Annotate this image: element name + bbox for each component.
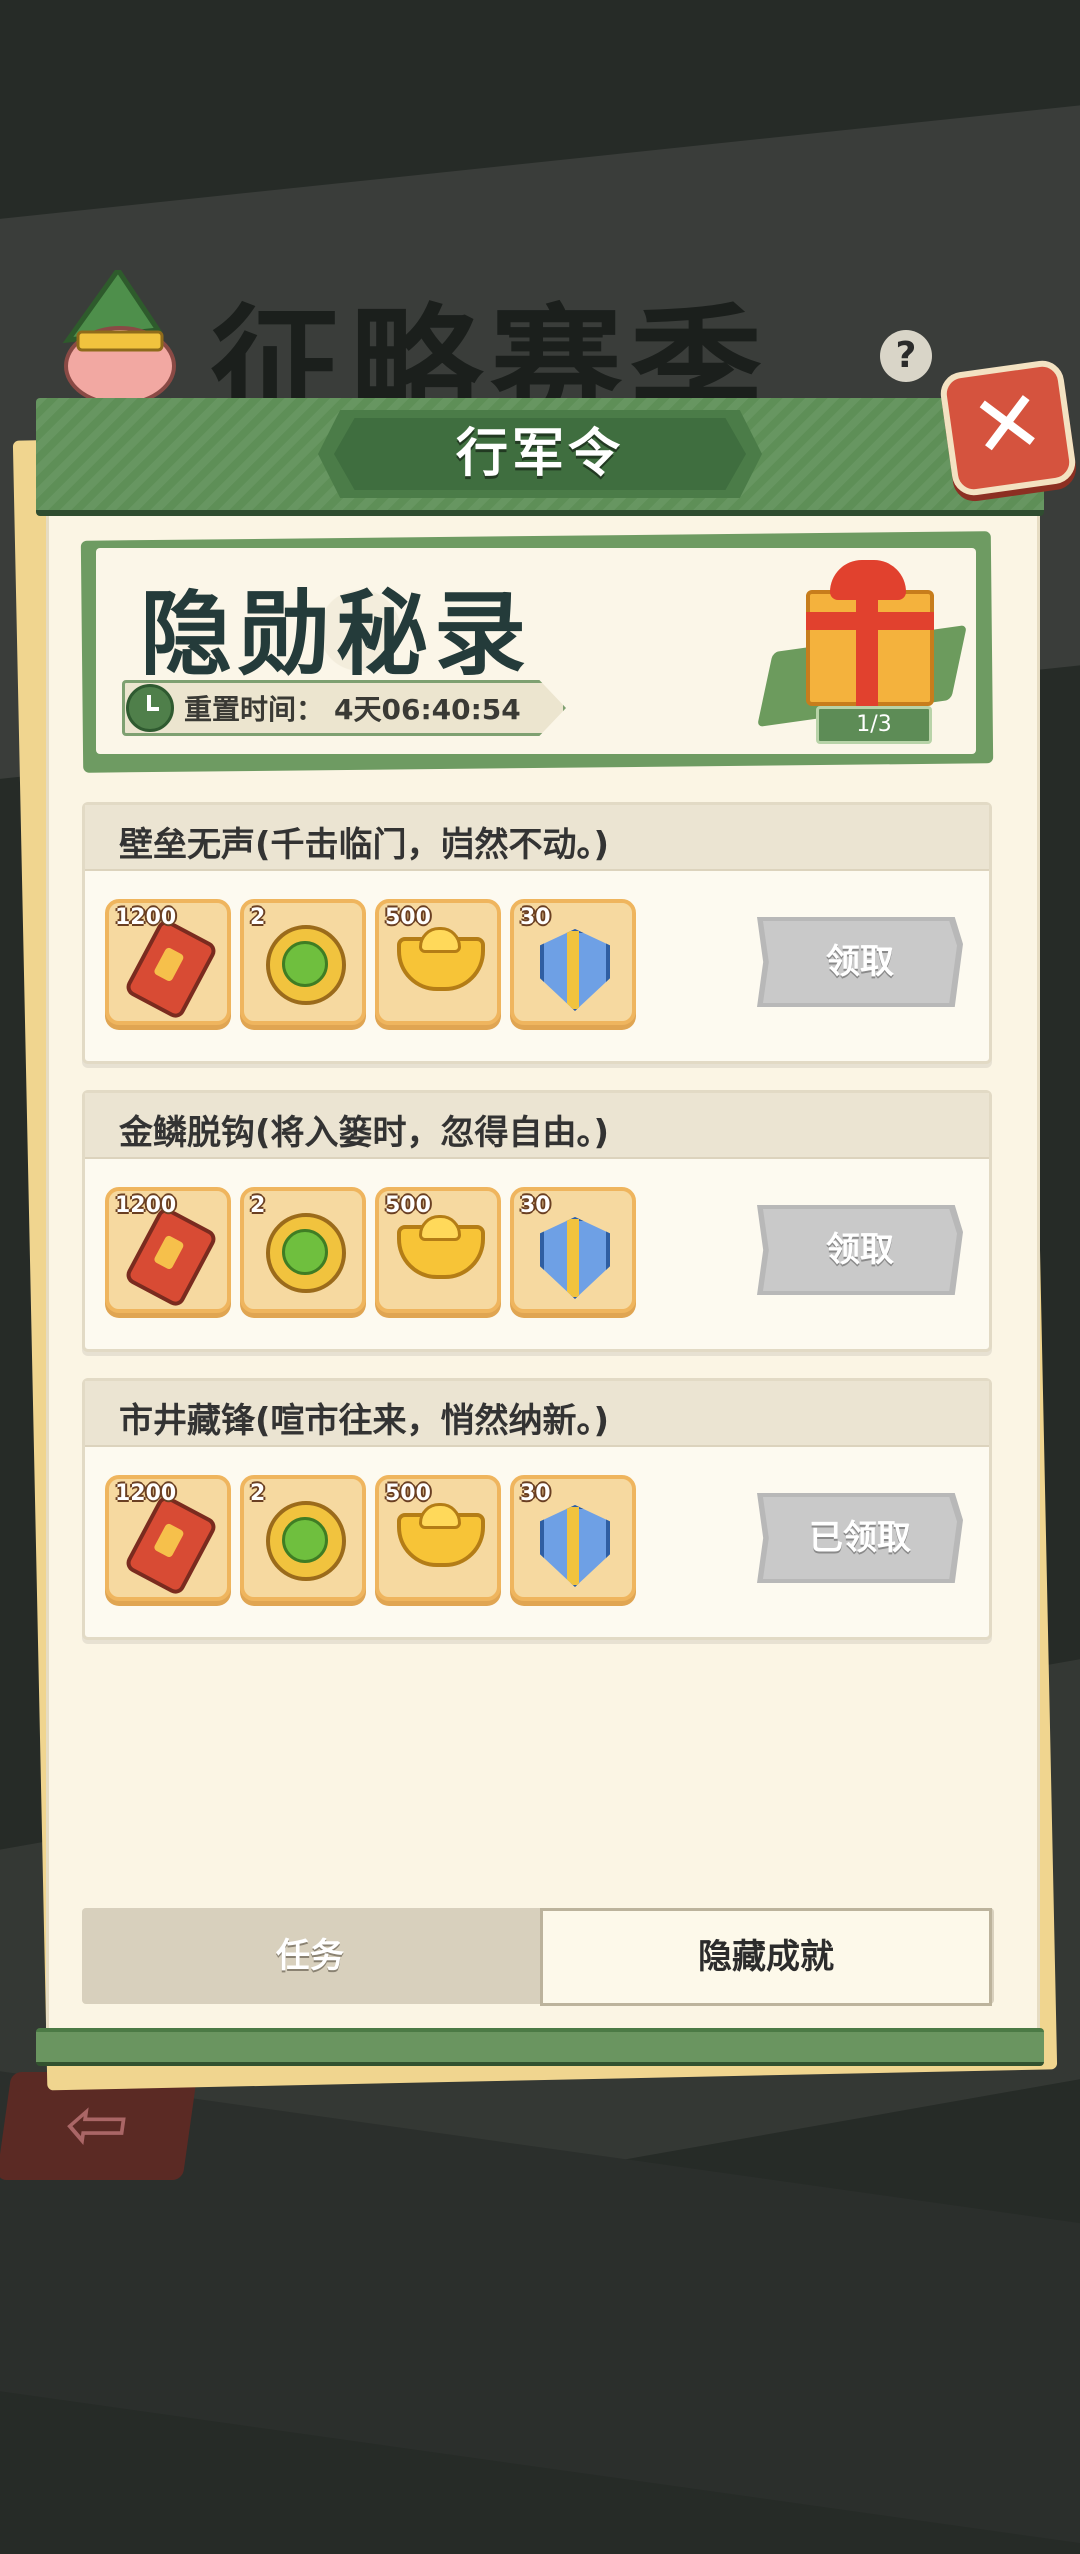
reward-slot[interactable]: 500: [375, 1475, 501, 1601]
reward-slot[interactable]: 2: [240, 1187, 366, 1313]
task-title: 市井藏锋(喧市往来，悄然纳新。): [119, 1401, 610, 1441]
reward-slot[interactable]: 2: [240, 1475, 366, 1601]
reward-count: 2: [250, 1193, 266, 1218]
gift-ribbon: [856, 590, 878, 706]
blade-token-icon: [123, 1492, 219, 1598]
reward-count: 1200: [115, 905, 177, 930]
blade-token-icon: [123, 1204, 219, 1310]
reward-slot[interactable]: 500: [375, 899, 501, 1025]
reward-count: 500: [385, 1481, 431, 1506]
task-card: 市井藏锋(喧市往来，悄然纳新。) 1200 2 500 30 已领取: [82, 1378, 992, 1640]
shield-sword-icon: [540, 1217, 610, 1299]
reset-time-label: 重置时间：: [184, 693, 325, 726]
close-button[interactable]: ✕: [937, 357, 1079, 499]
jade-coin-icon: [266, 925, 346, 1005]
gift-progress-count: 1/3: [816, 706, 932, 744]
task-card: 金鳞脱钩(将入篓时，忽得自由。) 1200 2 500 30 领取: [82, 1090, 992, 1352]
reward-count: 2: [250, 1481, 266, 1506]
clock-icon: [126, 684, 174, 732]
gold-ingot-icon: [397, 1503, 485, 1567]
reward-count: 500: [385, 1193, 431, 1218]
tab-task[interactable]: 任务: [82, 1908, 538, 2004]
blade-token-icon: [123, 916, 219, 1022]
reward-slot[interactable]: 30: [510, 899, 636, 1025]
reward-slot[interactable]: 1200: [105, 1475, 231, 1601]
reward-count: 30: [520, 1193, 551, 1218]
hero-title: 隐勋秘录: [140, 581, 533, 688]
reward-slot[interactable]: 30: [510, 1475, 636, 1601]
gift-ribbon: [806, 612, 934, 630]
panel-footer: [36, 2028, 1044, 2066]
reward-slot[interactable]: 1200: [105, 1187, 231, 1313]
jade-coin-icon: [266, 1501, 346, 1581]
reward-count: 1200: [115, 1481, 177, 1506]
reward-count: 30: [520, 905, 551, 930]
shield-sword-icon: [540, 929, 610, 1011]
reward-count: 500: [385, 905, 431, 930]
claim-button[interactable]: 领取: [763, 921, 957, 1003]
tab-hidden-achievements[interactable]: 隐藏成就: [540, 1908, 992, 2006]
jade-coin-icon: [266, 1213, 346, 1293]
reward-slot[interactable]: 30: [510, 1187, 636, 1313]
task-card: 壁垒无声(千击临门，岿然不动。) 1200 2 500 30 领取: [82, 802, 992, 1064]
claim-button[interactable]: 已领取: [763, 1497, 957, 1579]
reset-time-value: 4天06:40:54: [334, 693, 521, 726]
task-title: 金鳞脱钩(将入篓时，忽得自由。): [119, 1113, 610, 1153]
reward-count: 30: [520, 1481, 551, 1506]
reward-slot[interactable]: 500: [375, 1187, 501, 1313]
shield-sword-icon: [540, 1505, 610, 1587]
mascot-character: [62, 270, 176, 406]
reward-slot[interactable]: 2: [240, 899, 366, 1025]
task-title: 壁垒无声(千击临门，岿然不动。): [119, 825, 610, 865]
gold-ingot-icon: [397, 1215, 485, 1279]
gold-ingot-icon: [397, 927, 485, 991]
claim-button[interactable]: 领取: [763, 1209, 957, 1291]
help-icon[interactable]: ?: [880, 330, 932, 382]
reward-count: 1200: [115, 1193, 177, 1218]
panel-title: 行军令: [455, 424, 624, 484]
reward-slot[interactable]: 1200: [105, 899, 231, 1025]
reward-count: 2: [250, 905, 266, 930]
